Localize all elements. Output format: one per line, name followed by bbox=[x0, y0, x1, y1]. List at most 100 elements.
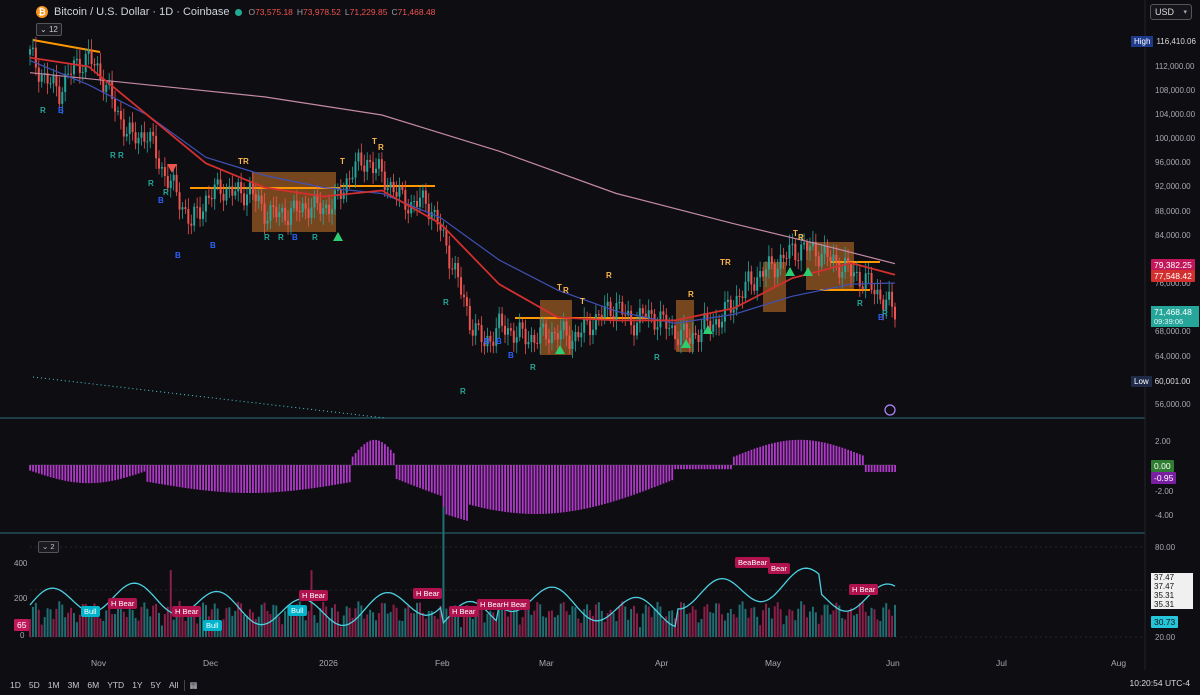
macd-bar bbox=[167, 465, 169, 486]
signal-label: R bbox=[118, 151, 124, 160]
macd-bar bbox=[809, 440, 811, 465]
candle-body bbox=[691, 333, 694, 344]
macd-bar bbox=[867, 465, 870, 472]
candle-body bbox=[729, 299, 732, 313]
timeframe-5y[interactable]: 5Y bbox=[147, 680, 165, 690]
candle-body bbox=[700, 329, 703, 343]
volume-bar bbox=[633, 605, 636, 637]
volume-bar bbox=[776, 602, 779, 637]
candle-body bbox=[867, 273, 870, 275]
volume-bar bbox=[671, 610, 674, 637]
macd-bar bbox=[193, 465, 196, 490]
indicators-toggle-button[interactable]: ⌄ 12 bbox=[36, 23, 62, 36]
volume-bar bbox=[864, 611, 867, 637]
macd-bar bbox=[123, 465, 125, 479]
macd-bar bbox=[293, 465, 295, 491]
macd-bar bbox=[125, 465, 128, 478]
macd-bar bbox=[351, 456, 354, 465]
candle-body bbox=[594, 314, 597, 330]
volume-bar bbox=[844, 619, 847, 637]
candle-body bbox=[782, 254, 785, 258]
timeframe-5d[interactable]: 5D bbox=[25, 680, 44, 690]
pane-toggle-button[interactable]: ⌄ 2 bbox=[38, 541, 59, 553]
timeframe-all[interactable]: All bbox=[165, 680, 182, 690]
macd-bar bbox=[856, 453, 858, 465]
volume-bar bbox=[134, 617, 137, 637]
price-tick: 88,000.00 bbox=[1155, 206, 1191, 216]
volume-bar bbox=[49, 609, 52, 637]
macd-bar bbox=[307, 465, 310, 489]
volume-bar bbox=[694, 609, 697, 637]
macd-bar bbox=[507, 465, 509, 513]
macd-bar bbox=[386, 446, 389, 465]
macd-bar bbox=[688, 465, 691, 470]
macd-bar bbox=[369, 440, 372, 465]
candle-body bbox=[723, 302, 726, 322]
volume-bar bbox=[383, 603, 386, 637]
volume-bar bbox=[729, 608, 732, 637]
volume-bar bbox=[125, 617, 128, 637]
timeframe-3m[interactable]: 3M bbox=[64, 680, 84, 690]
macd-bar bbox=[231, 465, 234, 493]
volume-bar bbox=[586, 604, 589, 637]
candle-body bbox=[674, 325, 677, 340]
timeframe-1m[interactable]: 1M bbox=[44, 680, 64, 690]
candle-body bbox=[266, 220, 269, 224]
macd-bar bbox=[700, 465, 703, 470]
timeframe-1d[interactable]: 1D bbox=[6, 680, 25, 690]
macd-bar bbox=[319, 465, 322, 488]
macd-bar bbox=[583, 465, 586, 509]
macd-bar bbox=[521, 465, 524, 514]
candle-body bbox=[377, 159, 380, 169]
macd-bar bbox=[650, 465, 653, 489]
macd-bar bbox=[539, 465, 542, 514]
macd-bar bbox=[706, 465, 709, 470]
timeframe-ytd[interactable]: YTD bbox=[103, 680, 128, 690]
currency-select[interactable]: USD ▾ bbox=[1150, 4, 1192, 20]
candle-body bbox=[272, 205, 275, 208]
signal-label: R bbox=[798, 233, 804, 242]
candle-body bbox=[442, 229, 445, 231]
candle-body bbox=[501, 313, 504, 326]
candle-body bbox=[210, 197, 213, 200]
volume-bar bbox=[131, 610, 134, 637]
chevron-down-icon: ▾ bbox=[1183, 9, 1187, 16]
signal-label: R bbox=[857, 299, 863, 308]
price-tick: 68,000.00 bbox=[1155, 327, 1191, 337]
volume-bar bbox=[304, 620, 307, 637]
macd-bar bbox=[205, 465, 207, 491]
candle-body bbox=[788, 245, 791, 259]
candle-body bbox=[152, 131, 155, 136]
macd-bar bbox=[489, 465, 492, 510]
clock[interactable]: 10:20:54 UTC-4 bbox=[1130, 678, 1190, 688]
macd-bar bbox=[287, 465, 290, 492]
timeframe-6m[interactable]: 6M bbox=[83, 680, 103, 690]
macd-bar bbox=[812, 440, 814, 465]
calendar-icon[interactable]: ▦ bbox=[184, 679, 201, 691]
signal-label: R bbox=[563, 286, 569, 295]
timeframe-1y[interactable]: 1Y bbox=[128, 680, 146, 690]
volume-bar bbox=[662, 620, 665, 637]
signal-label: R bbox=[312, 233, 318, 242]
candle-body bbox=[248, 182, 251, 195]
chart-canvas[interactable]: R BR RRBRBBT RR R B RTTRRRB BBRT RTRRRT RT RRRB bbox=[0, 0, 1200, 695]
volume-bar bbox=[319, 608, 322, 637]
volume-bar bbox=[521, 617, 524, 637]
volume-bar bbox=[260, 604, 263, 637]
candle-body bbox=[61, 92, 64, 104]
macd-bar bbox=[850, 450, 853, 465]
candle-body bbox=[275, 207, 278, 218]
volume-bar bbox=[140, 606, 143, 637]
volume-bar bbox=[612, 613, 615, 637]
macd-bar bbox=[603, 465, 606, 504]
macd-bar bbox=[73, 465, 75, 483]
macd-bar bbox=[172, 465, 175, 487]
volume-bar bbox=[72, 613, 75, 637]
macd-bar bbox=[296, 465, 298, 491]
signal-triangle bbox=[167, 164, 177, 173]
signal-label: R bbox=[163, 188, 169, 197]
volume-bar bbox=[46, 608, 49, 637]
symbol-title[interactable]: Bitcoin / U.S. Dollar · 1D · Coinbase bbox=[54, 6, 229, 18]
candle-body bbox=[759, 271, 762, 278]
volume-bar bbox=[641, 613, 644, 637]
